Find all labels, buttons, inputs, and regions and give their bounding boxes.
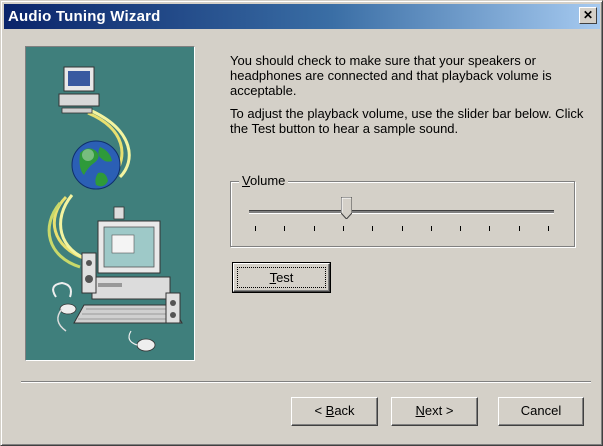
test-button[interactable]: Test xyxy=(232,262,331,293)
volume-tick xyxy=(372,226,374,231)
volume-tick xyxy=(313,226,315,231)
volume-tick xyxy=(548,226,549,231)
instructions-paragraph-1: You should check to make sure that your … xyxy=(230,53,552,98)
globe-icon xyxy=(71,140,121,190)
close-button[interactable]: ✕ xyxy=(579,7,597,24)
volume-tick xyxy=(460,226,462,231)
computer-icon xyxy=(58,66,100,114)
volume-slider-track[interactable] xyxy=(249,210,554,214)
test-button-focus: Test xyxy=(237,267,326,288)
volume-tick xyxy=(430,226,432,231)
volume-slider-thumb[interactable] xyxy=(341,197,353,219)
close-icon: ✕ xyxy=(582,8,594,22)
footer-separator xyxy=(21,381,591,383)
next-button[interactable]: Next > xyxy=(391,397,478,426)
volume-tick xyxy=(401,226,403,231)
volume-groupbox: Volume xyxy=(230,173,575,247)
cancel-button[interactable]: Cancel xyxy=(498,397,584,426)
microphone-icon xyxy=(52,281,77,332)
back-button[interactable]: < Back xyxy=(291,397,378,426)
volume-label: Volume xyxy=(239,173,289,188)
title-bar[interactable]: Audio Tuning Wizard ✕ xyxy=(4,4,600,29)
mouse-icon xyxy=(128,330,156,352)
wizard-illustration xyxy=(25,46,195,361)
volume-tick xyxy=(489,226,491,231)
audio-tuning-wizard-window: Audio Tuning Wizard ✕ You should check t… xyxy=(0,0,603,446)
wizard-illustration-art xyxy=(47,66,183,352)
volume-tick xyxy=(284,226,286,231)
instructions: You should check to make sure that your … xyxy=(230,53,585,144)
volume-tick xyxy=(255,226,256,231)
window-title: Audio Tuning Wizard xyxy=(8,8,161,25)
instructions-paragraph-2: To adjust the playback volume, use the s… xyxy=(230,106,584,136)
volume-tick xyxy=(518,226,520,231)
volume-tick xyxy=(342,226,344,231)
